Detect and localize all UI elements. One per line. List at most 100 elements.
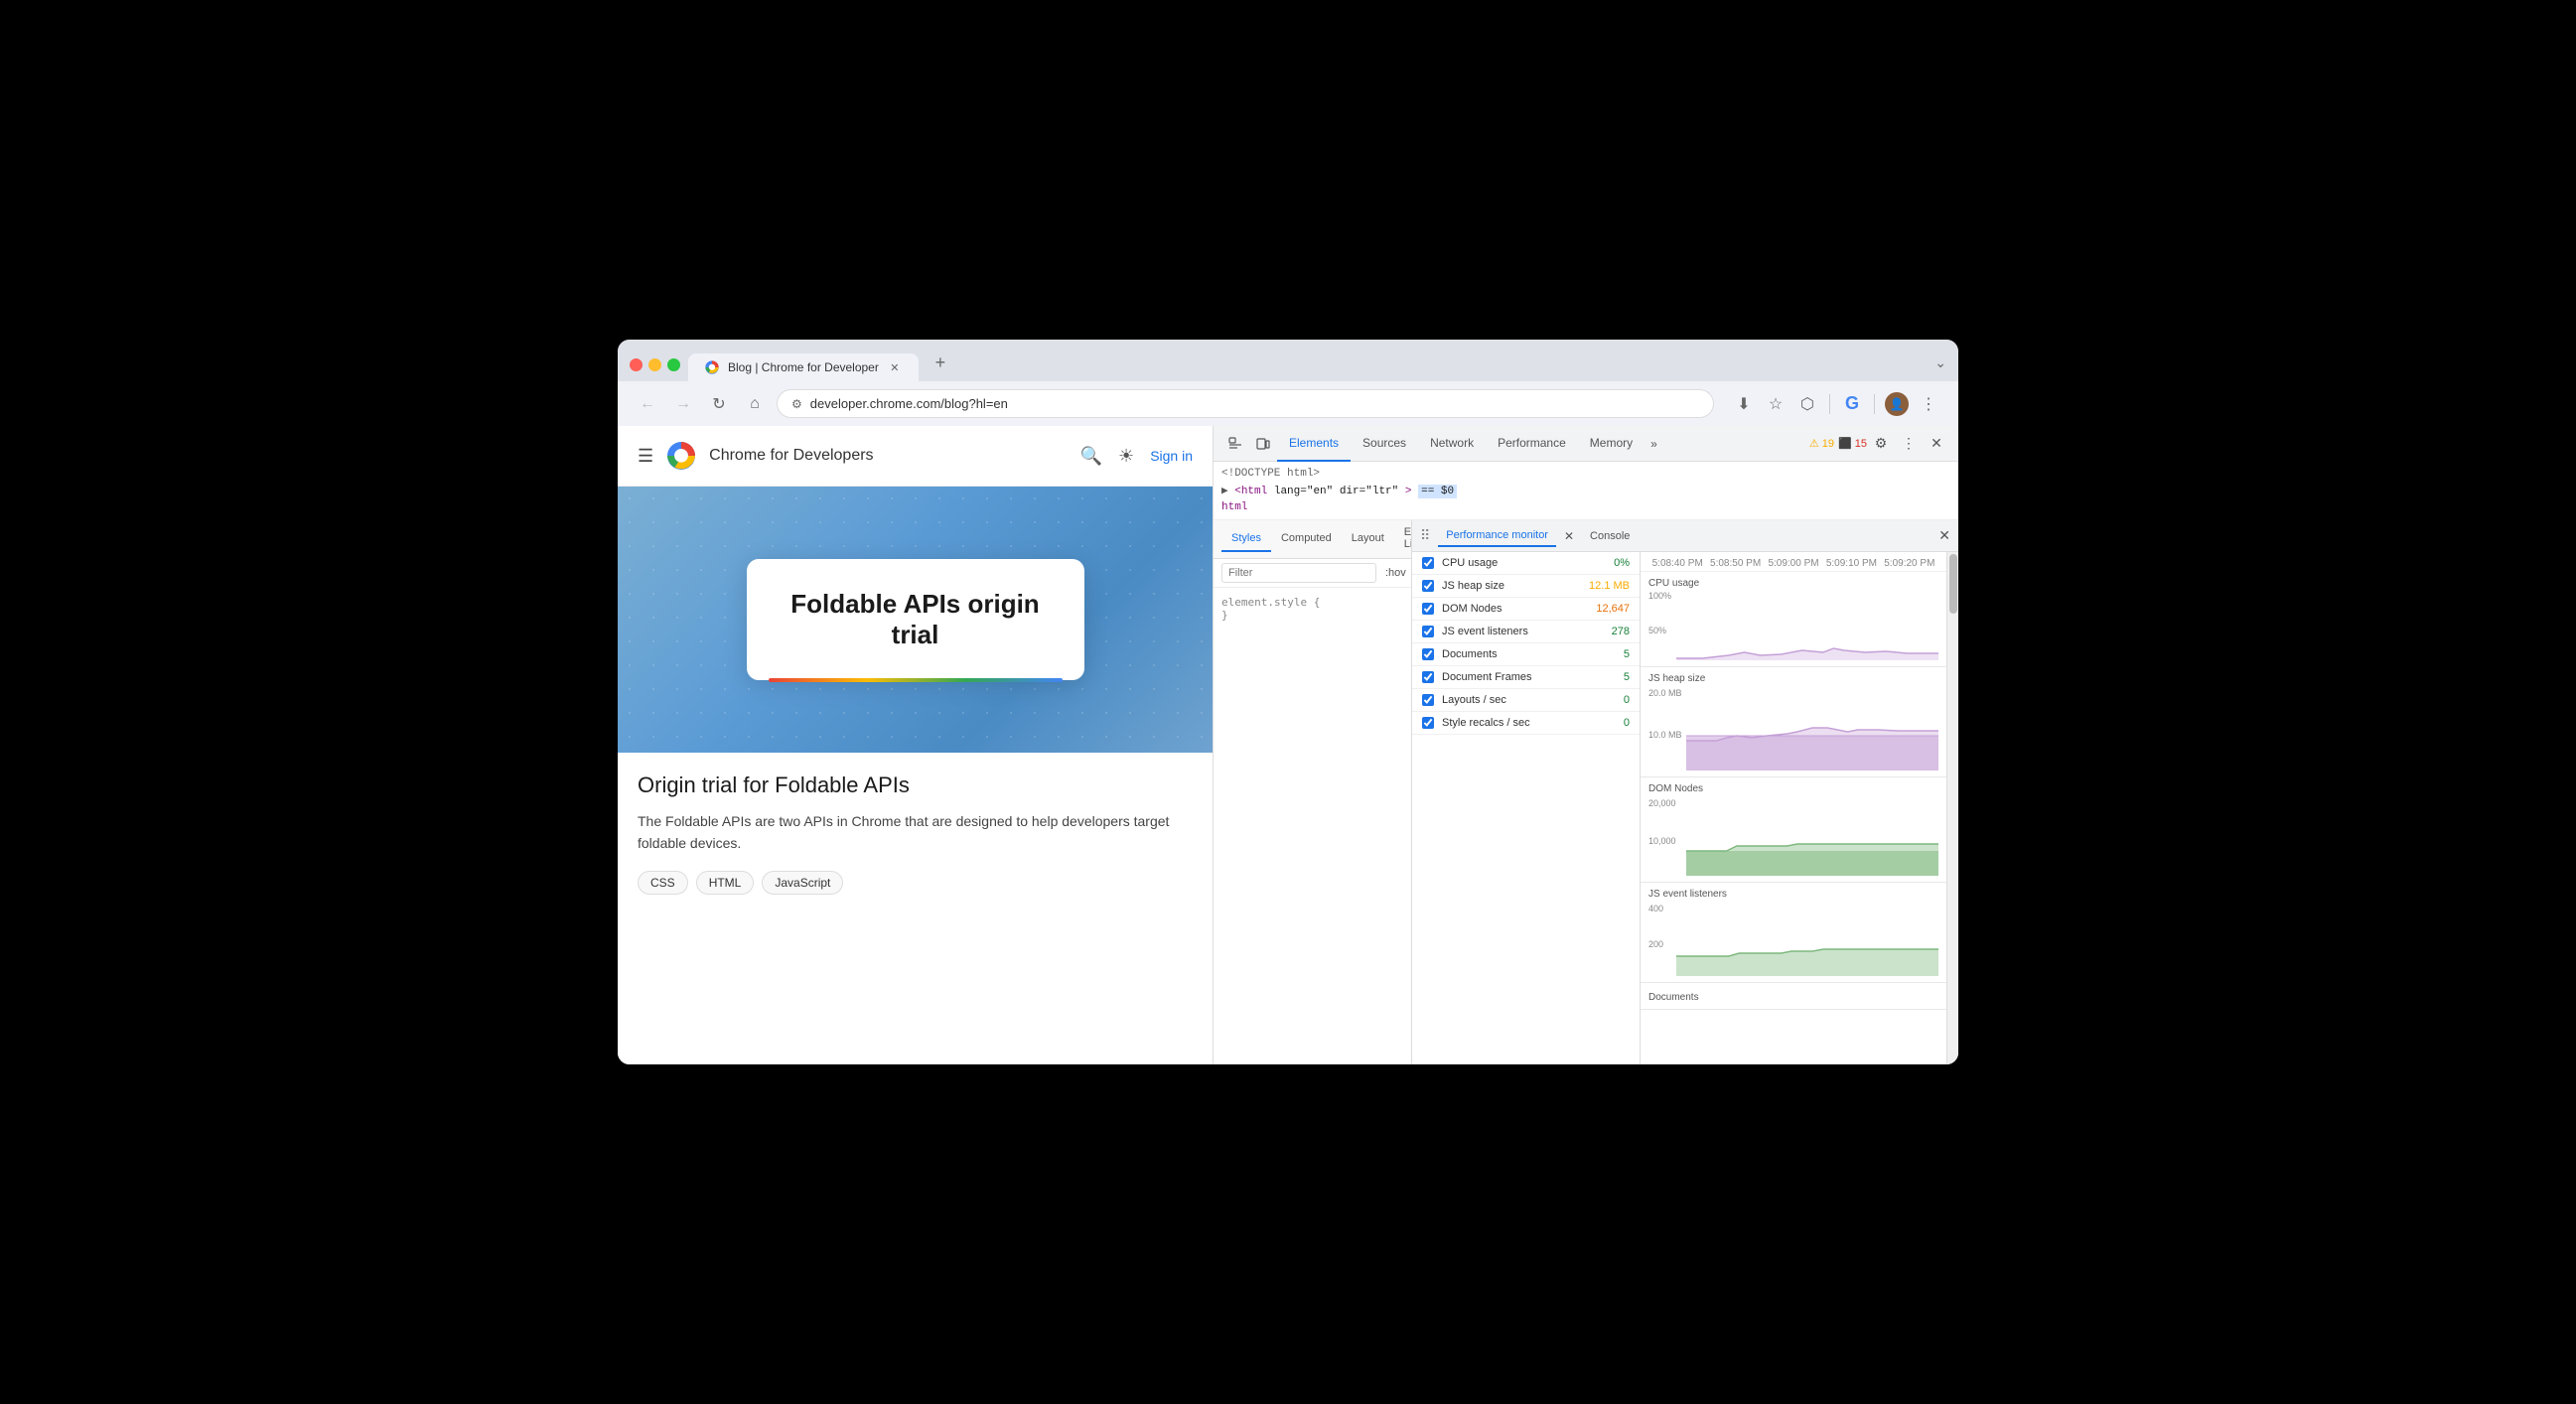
perf-scrollbar[interactable] bbox=[1946, 552, 1958, 1064]
styles-content: element.style { } bbox=[1214, 588, 1411, 1064]
minimize-button[interactable] bbox=[648, 358, 661, 371]
metric-layouts-label: Layouts / sec bbox=[1442, 694, 1572, 706]
url-bar[interactable]: ⚙ developer.chrome.com/blog?hl=en bbox=[777, 389, 1714, 418]
tab-close-button[interactable]: ✕ bbox=[887, 359, 903, 375]
cpu-chart-area: 100% 50% bbox=[1648, 591, 1938, 660]
extension-button[interactable]: ⬡ bbox=[1793, 390, 1821, 418]
metric-docs-checkbox[interactable] bbox=[1422, 648, 1434, 660]
dom-chart-svg bbox=[1686, 796, 1938, 876]
tag-javascript[interactable]: JavaScript bbox=[762, 871, 843, 895]
devtools-panel: Elements Sources Network Performance Mem… bbox=[1214, 426, 1958, 1064]
cpu-chart-section: CPU usage 100% 50% bbox=[1641, 572, 1946, 667]
search-icon[interactable]: 🔍 bbox=[1080, 446, 1102, 467]
google-button[interactable]: G bbox=[1838, 390, 1866, 418]
metric-layouts-value: 0 bbox=[1580, 694, 1630, 706]
sign-in-button[interactable]: Sign in bbox=[1150, 448, 1193, 464]
metric-cpu-checkbox[interactable] bbox=[1422, 557, 1434, 569]
devtools-close-button[interactable]: ✕ bbox=[1923, 430, 1950, 458]
tab-menu-button[interactable]: ⌄ bbox=[1934, 354, 1946, 381]
heap-chart-svg bbox=[1686, 686, 1938, 771]
js-events-chart-section: JS event listeners 400 200 bbox=[1641, 883, 1946, 983]
devtools-more-tabs[interactable]: » bbox=[1645, 437, 1663, 451]
blog-post-title: Origin trial for Foldable APIs bbox=[638, 772, 1193, 798]
devtools-tab-sources[interactable]: Sources bbox=[1351, 426, 1418, 462]
html-tag-line[interactable]: ▶ <html lang="en" dir="ltr" > == $0 bbox=[1221, 482, 1950, 499]
time-label-1: 5:08:40 PM bbox=[1648, 558, 1706, 569]
devtools-tab-elements[interactable]: Elements bbox=[1277, 426, 1351, 462]
metric-cpu: CPU usage 0% bbox=[1412, 552, 1640, 575]
devtools-menu-button[interactable]: ⋮ bbox=[1895, 430, 1923, 458]
metric-style-recalcs-checkbox[interactable] bbox=[1422, 717, 1434, 729]
bookmark-button[interactable]: ☆ bbox=[1762, 390, 1789, 418]
metric-docs: Documents 5 bbox=[1412, 643, 1640, 666]
devtools-device-icon[interactable] bbox=[1249, 430, 1277, 458]
time-label-4: 5:09:10 PM bbox=[1822, 558, 1880, 569]
dom-chart-section: DOM Nodes 20,000 10,000 bbox=[1641, 777, 1946, 883]
title-bar: Blog | Chrome for Developer ✕ + ⌄ bbox=[618, 340, 1958, 381]
download-button[interactable]: ⬇ bbox=[1730, 390, 1758, 418]
console-tab[interactable]: Console bbox=[1582, 526, 1638, 546]
perf-close-x[interactable]: ✕ bbox=[1938, 527, 1950, 544]
scrollbar-thumb[interactable] bbox=[1949, 554, 1957, 614]
home-button[interactable]: ⌂ bbox=[741, 390, 769, 418]
hov-button[interactable]: :hov bbox=[1380, 565, 1411, 582]
hamburger-icon[interactable]: ☰ bbox=[638, 446, 653, 467]
perf-drag-icon: ⠿ bbox=[1420, 527, 1430, 544]
nav-actions: ⬇ ☆ ⬡ G 👤 ⋮ bbox=[1730, 390, 1942, 418]
devtools-inspect-icon[interactable] bbox=[1221, 430, 1249, 458]
active-tab[interactable]: Blog | Chrome for Developer ✕ bbox=[688, 353, 919, 381]
metric-heap-checkbox[interactable] bbox=[1422, 580, 1434, 592]
tab-title: Blog | Chrome for Developer bbox=[728, 360, 879, 374]
forward-button[interactable]: → bbox=[669, 390, 697, 418]
blog-content: Origin trial for Foldable APIs The Folda… bbox=[618, 753, 1213, 914]
new-tab-button[interactable]: + bbox=[927, 353, 954, 381]
maximize-button[interactable] bbox=[667, 358, 680, 371]
devtools-tab-memory[interactable]: Memory bbox=[1578, 426, 1645, 462]
hero-card: Foldable APIs origin trial bbox=[747, 559, 1084, 680]
styles-tab-event-listeners[interactable]: Event Listeners bbox=[1394, 520, 1412, 558]
profile-button[interactable]: 👤 bbox=[1883, 390, 1911, 418]
devtools-tab-network[interactable]: Network bbox=[1418, 426, 1486, 462]
errors-badge[interactable]: ⬛ 15 bbox=[1838, 437, 1867, 450]
metric-dom-label: DOM Nodes bbox=[1442, 603, 1572, 615]
metric-layouts-checkbox[interactable] bbox=[1422, 694, 1434, 706]
js-events-chart-svg bbox=[1676, 902, 1938, 976]
devtools-tab-performance[interactable]: Performance bbox=[1486, 426, 1578, 462]
metric-style-recalcs-label: Style recalcs / sec bbox=[1442, 717, 1572, 729]
dom-chart-label: DOM Nodes bbox=[1648, 783, 1703, 794]
tab-favicon bbox=[704, 359, 720, 375]
devtools-warnings: ⚠ 19 ⬛ 15 bbox=[1809, 437, 1867, 450]
traffic-lights bbox=[630, 358, 680, 381]
warning-icon: ⚠ bbox=[1809, 437, 1819, 450]
metric-frames-checkbox[interactable] bbox=[1422, 671, 1434, 683]
chrome-menu-button[interactable]: ⋮ bbox=[1915, 390, 1942, 418]
back-button[interactable]: ← bbox=[634, 390, 661, 418]
devtools-settings-button[interactable]: ⚙ bbox=[1867, 430, 1895, 458]
time-label-2: 5:08:50 PM bbox=[1706, 558, 1764, 569]
theme-toggle-icon[interactable]: ☀ bbox=[1118, 446, 1134, 467]
tag-css[interactable]: CSS bbox=[638, 871, 688, 895]
doctype-line: <!DOCTYPE html> bbox=[1221, 466, 1950, 482]
metric-layouts: Layouts / sec 0 bbox=[1412, 689, 1640, 712]
hero-title: Foldable APIs origin trial bbox=[785, 589, 1047, 650]
heap-chart-label: JS heap size bbox=[1648, 673, 1705, 684]
perf-panel-close-btn[interactable]: ✕ bbox=[1564, 529, 1574, 543]
styles-tab-computed[interactable]: Computed bbox=[1271, 526, 1342, 552]
metric-dom-checkbox[interactable] bbox=[1422, 603, 1434, 615]
perf-tab[interactable]: Performance monitor bbox=[1438, 525, 1556, 547]
styles-panel: Styles Computed Layout Event Listeners bbox=[1214, 520, 1412, 1064]
warnings-badge[interactable]: ⚠ 19 bbox=[1809, 437, 1834, 450]
styles-tab-layout[interactable]: Layout bbox=[1342, 526, 1394, 552]
refresh-button[interactable]: ↻ bbox=[705, 390, 733, 418]
close-button[interactable] bbox=[630, 358, 643, 371]
js-events-chart-area: 400 200 bbox=[1648, 902, 1938, 976]
styles-tab-styles[interactable]: Styles bbox=[1221, 526, 1271, 552]
styles-filter-input[interactable] bbox=[1221, 563, 1376, 583]
tag-html[interactable]: HTML bbox=[696, 871, 755, 895]
docs-chart-section: Documents bbox=[1641, 983, 1946, 1010]
blog-tags: CSS HTML JavaScript bbox=[638, 871, 1193, 895]
security-icon: ⚙ bbox=[791, 397, 802, 411]
metric-js-events-checkbox[interactable] bbox=[1422, 626, 1434, 637]
errors-count: 15 bbox=[1855, 438, 1867, 450]
html-text-line: html bbox=[1221, 499, 1950, 515]
